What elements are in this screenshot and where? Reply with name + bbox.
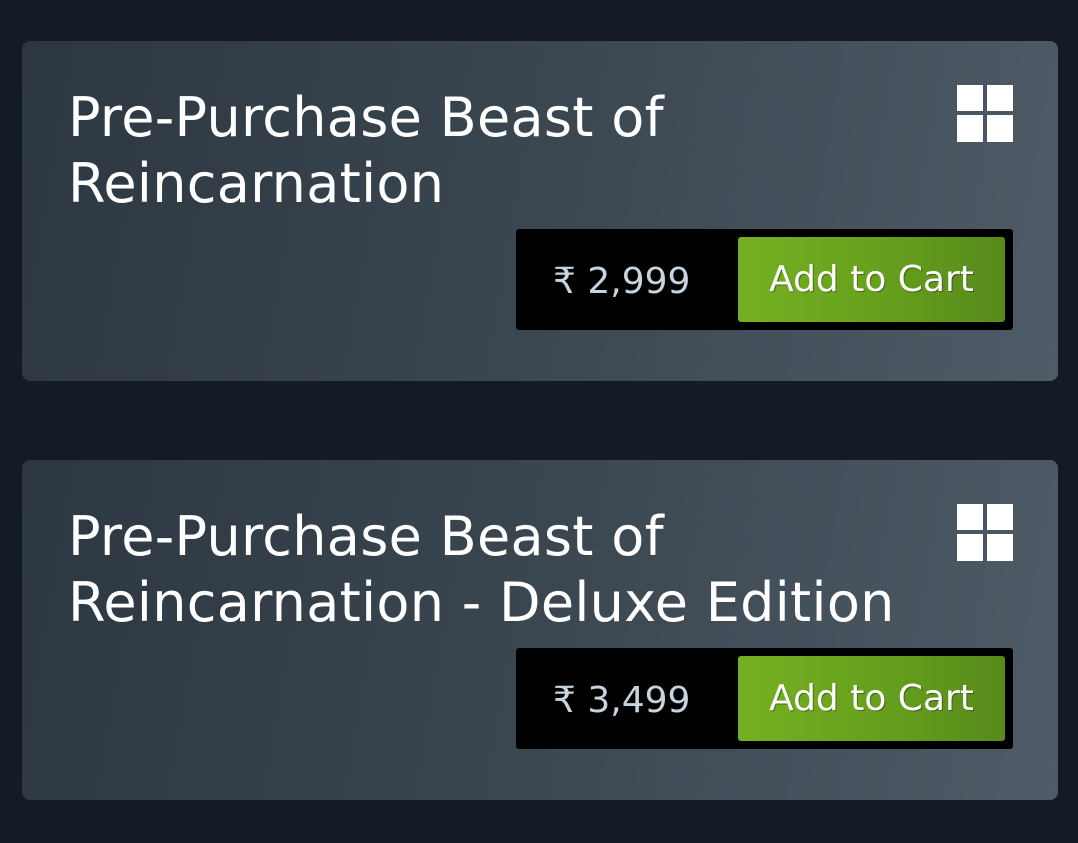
windows-icon — [957, 85, 1013, 142]
add-to-cart-button[interactable]: Add to Cart — [738, 237, 1005, 322]
add-to-cart-button[interactable]: Add to Cart — [738, 656, 1005, 741]
product-title: Pre-Purchase Beast of Reincarnation - De… — [68, 505, 895, 634]
price-label: ₹ 3,499 — [553, 680, 691, 721]
windows-icon — [957, 504, 1013, 561]
purchase-action-bar: ₹ 3,499 Add to Cart — [516, 648, 1013, 749]
purchase-action-bar: ₹ 2,999 Add to Cart — [516, 229, 1013, 330]
purchase-card: Pre-Purchase Beast of Reincarnation ₹ 2,… — [22, 41, 1058, 381]
price-label: ₹ 2,999 — [553, 261, 691, 302]
product-title: Pre-Purchase Beast of Reincarnation — [68, 86, 664, 215]
purchase-card: Pre-Purchase Beast of Reincarnation - De… — [22, 460, 1058, 800]
